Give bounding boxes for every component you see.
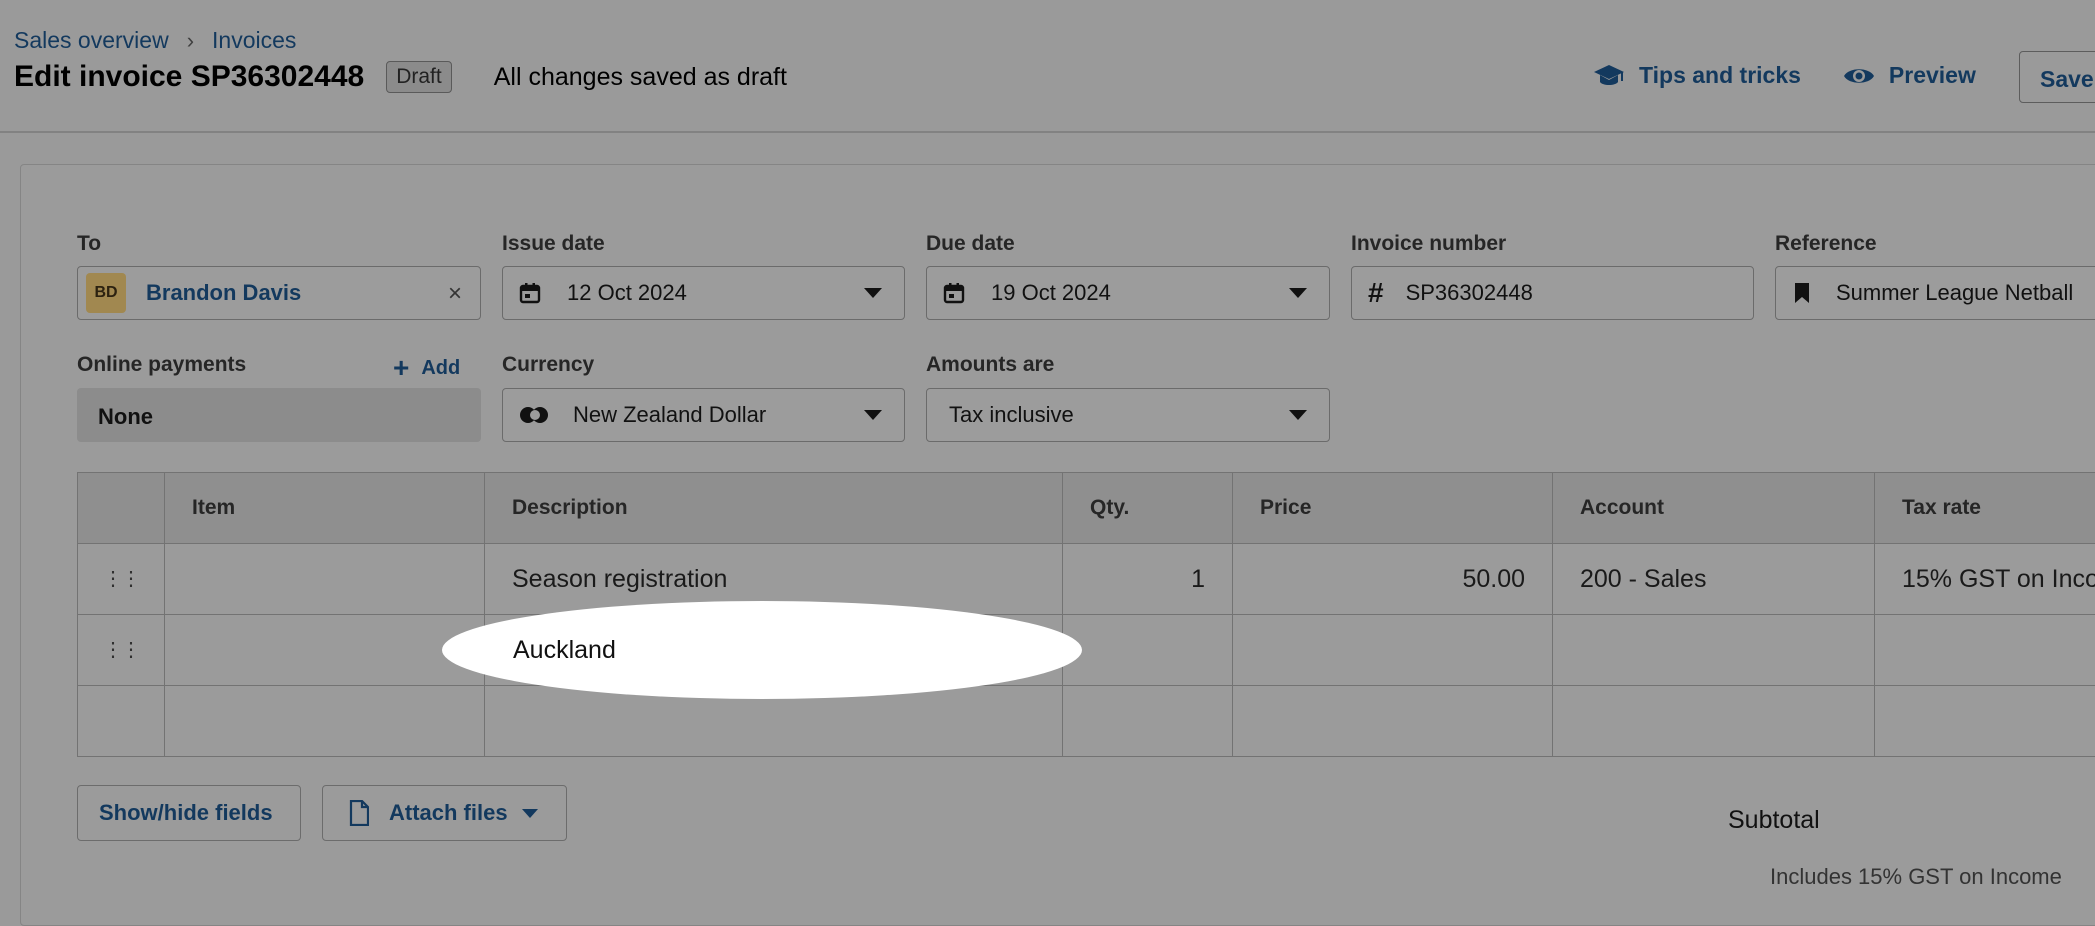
qty-cell[interactable] <box>1063 615 1233 685</box>
online-payments-label: Online payments <box>77 353 247 376</box>
line-items-table: Item Description Qty. Price Account Tax … <box>77 472 2095 757</box>
hash-icon: # <box>1368 277 1384 308</box>
show-hide-label: Show/hide fields <box>99 800 273 825</box>
invoice-number-value: SP36302448 <box>1405 280 1533 305</box>
table-header-row: Item Description Qty. Price Account Tax … <box>78 473 2095 544</box>
drag-column-header <box>78 473 165 543</box>
issue-date-label: Issue date <box>502 232 605 255</box>
due-date-picker[interactable]: 19 Oct 2024 <box>926 266 1330 320</box>
price-header: Price <box>1233 473 1553 543</box>
account-cell[interactable] <box>1553 686 1875 756</box>
eye-icon <box>1843 68 1874 83</box>
chevron-down-icon <box>1289 288 1307 298</box>
calendar-icon <box>943 282 965 304</box>
chevron-down-icon <box>864 288 882 298</box>
tips-label: Tips and tricks <box>1639 62 1801 88</box>
account-cell[interactable]: 200 - Sales <box>1553 544 1875 614</box>
tax-rate-header: Tax rate <box>1902 496 1981 519</box>
currency-label: Currency <box>502 353 595 376</box>
file-icon <box>349 800 369 826</box>
issue-date-picker[interactable]: 12 Oct 2024 <box>502 266 905 320</box>
tips-and-tricks-button[interactable]: Tips and tricks <box>1593 62 1801 89</box>
plus-icon: + <box>393 352 410 383</box>
breadcrumb-invoices[interactable]: Invoices <box>212 27 296 54</box>
tax-rate-cell[interactable] <box>1875 686 2095 756</box>
save-status-text: All changes saved as draft <box>493 62 787 91</box>
qty-cell[interactable]: 1 <box>1063 544 1233 614</box>
chevron-down-icon <box>521 808 538 818</box>
title-row: Edit invoice SP36302448 Draft All change… <box>14 60 787 94</box>
close-icon[interactable]: × <box>448 280 462 308</box>
chevron-down-icon <box>1289 410 1307 420</box>
account-cell[interactable] <box>1553 615 1875 685</box>
currency-icon <box>519 406 549 424</box>
due-date-label: Due date <box>926 232 1015 255</box>
page-title: Edit invoice SP36302448 <box>14 60 365 93</box>
amounts-are-value: Tax inclusive <box>949 402 1074 427</box>
reference-value: Summer League Netball <box>1836 280 2074 305</box>
due-date-value: 19 Oct 2024 <box>991 280 1111 305</box>
item-header: Item <box>165 473 485 543</box>
add-online-payment-link[interactable]: + Add <box>393 352 460 384</box>
currency-select[interactable]: New Zealand Dollar <box>502 388 905 442</box>
page-header: Sales overview › Invoices Edit invoice S… <box>0 0 2095 133</box>
reference-input[interactable]: Summer League Netball <box>1775 266 2095 320</box>
reference-label: Reference <box>1775 232 1877 255</box>
to-label: To <box>77 232 102 255</box>
issue-date-value: 12 Oct 2024 <box>567 280 687 305</box>
calendar-icon <box>519 282 541 304</box>
avatar: BD <box>86 273 126 313</box>
breadcrumb-separator: › <box>186 27 195 53</box>
show-hide-fields-button[interactable]: Show/hide fields <box>77 785 301 841</box>
online-payments-value: None <box>77 388 481 442</box>
description-header: Description <box>485 473 1063 543</box>
table-row: ⋮⋮ Season registration 1 50.00 200 - Sal… <box>78 544 2095 615</box>
item-cell[interactable] <box>165 686 485 756</box>
amounts-are-label: Amounts are <box>926 353 1055 376</box>
table-row <box>78 686 2095 757</box>
drag-handle-icon[interactable]: ⋮⋮ <box>78 615 165 685</box>
breadcrumb: Sales overview › Invoices <box>14 27 296 54</box>
subtotal-label: Subtotal <box>1728 806 1820 834</box>
attach-files-button[interactable]: Attach files <box>322 785 567 841</box>
preview-label: Preview <box>1888 62 1976 88</box>
contact-name[interactable]: Brandon Davis <box>146 280 301 306</box>
item-cell[interactable] <box>165 544 485 614</box>
price-cell[interactable] <box>1233 615 1553 685</box>
status-badge: Draft <box>386 61 452 93</box>
to-contact-field[interactable]: BD Brandon Davis × <box>77 266 481 320</box>
preview-button[interactable]: Preview <box>1843 62 1976 89</box>
attach-files-label: Attach files <box>389 800 508 825</box>
item-cell[interactable] <box>165 615 485 685</box>
description-input-value[interactable]: Auckland <box>513 636 616 665</box>
currency-value: New Zealand Dollar <box>573 402 767 427</box>
account-header: Account <box>1553 473 1875 543</box>
bookmark-icon <box>1792 282 1812 304</box>
add-label: Add <box>421 356 461 379</box>
chevron-down-icon <box>864 410 882 420</box>
save-button[interactable]: Save <box>2019 51 2095 103</box>
qty-cell[interactable] <box>1063 686 1233 756</box>
breadcrumb-sales-overview[interactable]: Sales overview <box>14 27 169 54</box>
graduation-cap-icon <box>1594 64 1624 85</box>
table-row: ⋮⋮ <box>78 615 2095 686</box>
drag-handle-cell <box>78 686 165 756</box>
header-actions: Tips and tricks Preview <box>1593 62 1976 89</box>
price-cell[interactable]: 50.00 <box>1233 544 1553 614</box>
tax-rate-cell[interactable] <box>1875 615 2095 685</box>
qty-header: Qty. <box>1063 473 1233 543</box>
tax-rate-cell[interactable]: 15% GST on Income <box>1875 544 2095 614</box>
gst-note: Includes 15% GST on Income <box>1770 864 2062 889</box>
invoice-number-input[interactable]: # SP36302448 <box>1351 266 1754 320</box>
amounts-are-select[interactable]: Tax inclusive <box>926 388 1330 442</box>
drag-handle-icon[interactable]: ⋮⋮ <box>78 544 165 614</box>
invoice-number-label: Invoice number <box>1351 232 1507 255</box>
price-cell[interactable] <box>1233 686 1553 756</box>
